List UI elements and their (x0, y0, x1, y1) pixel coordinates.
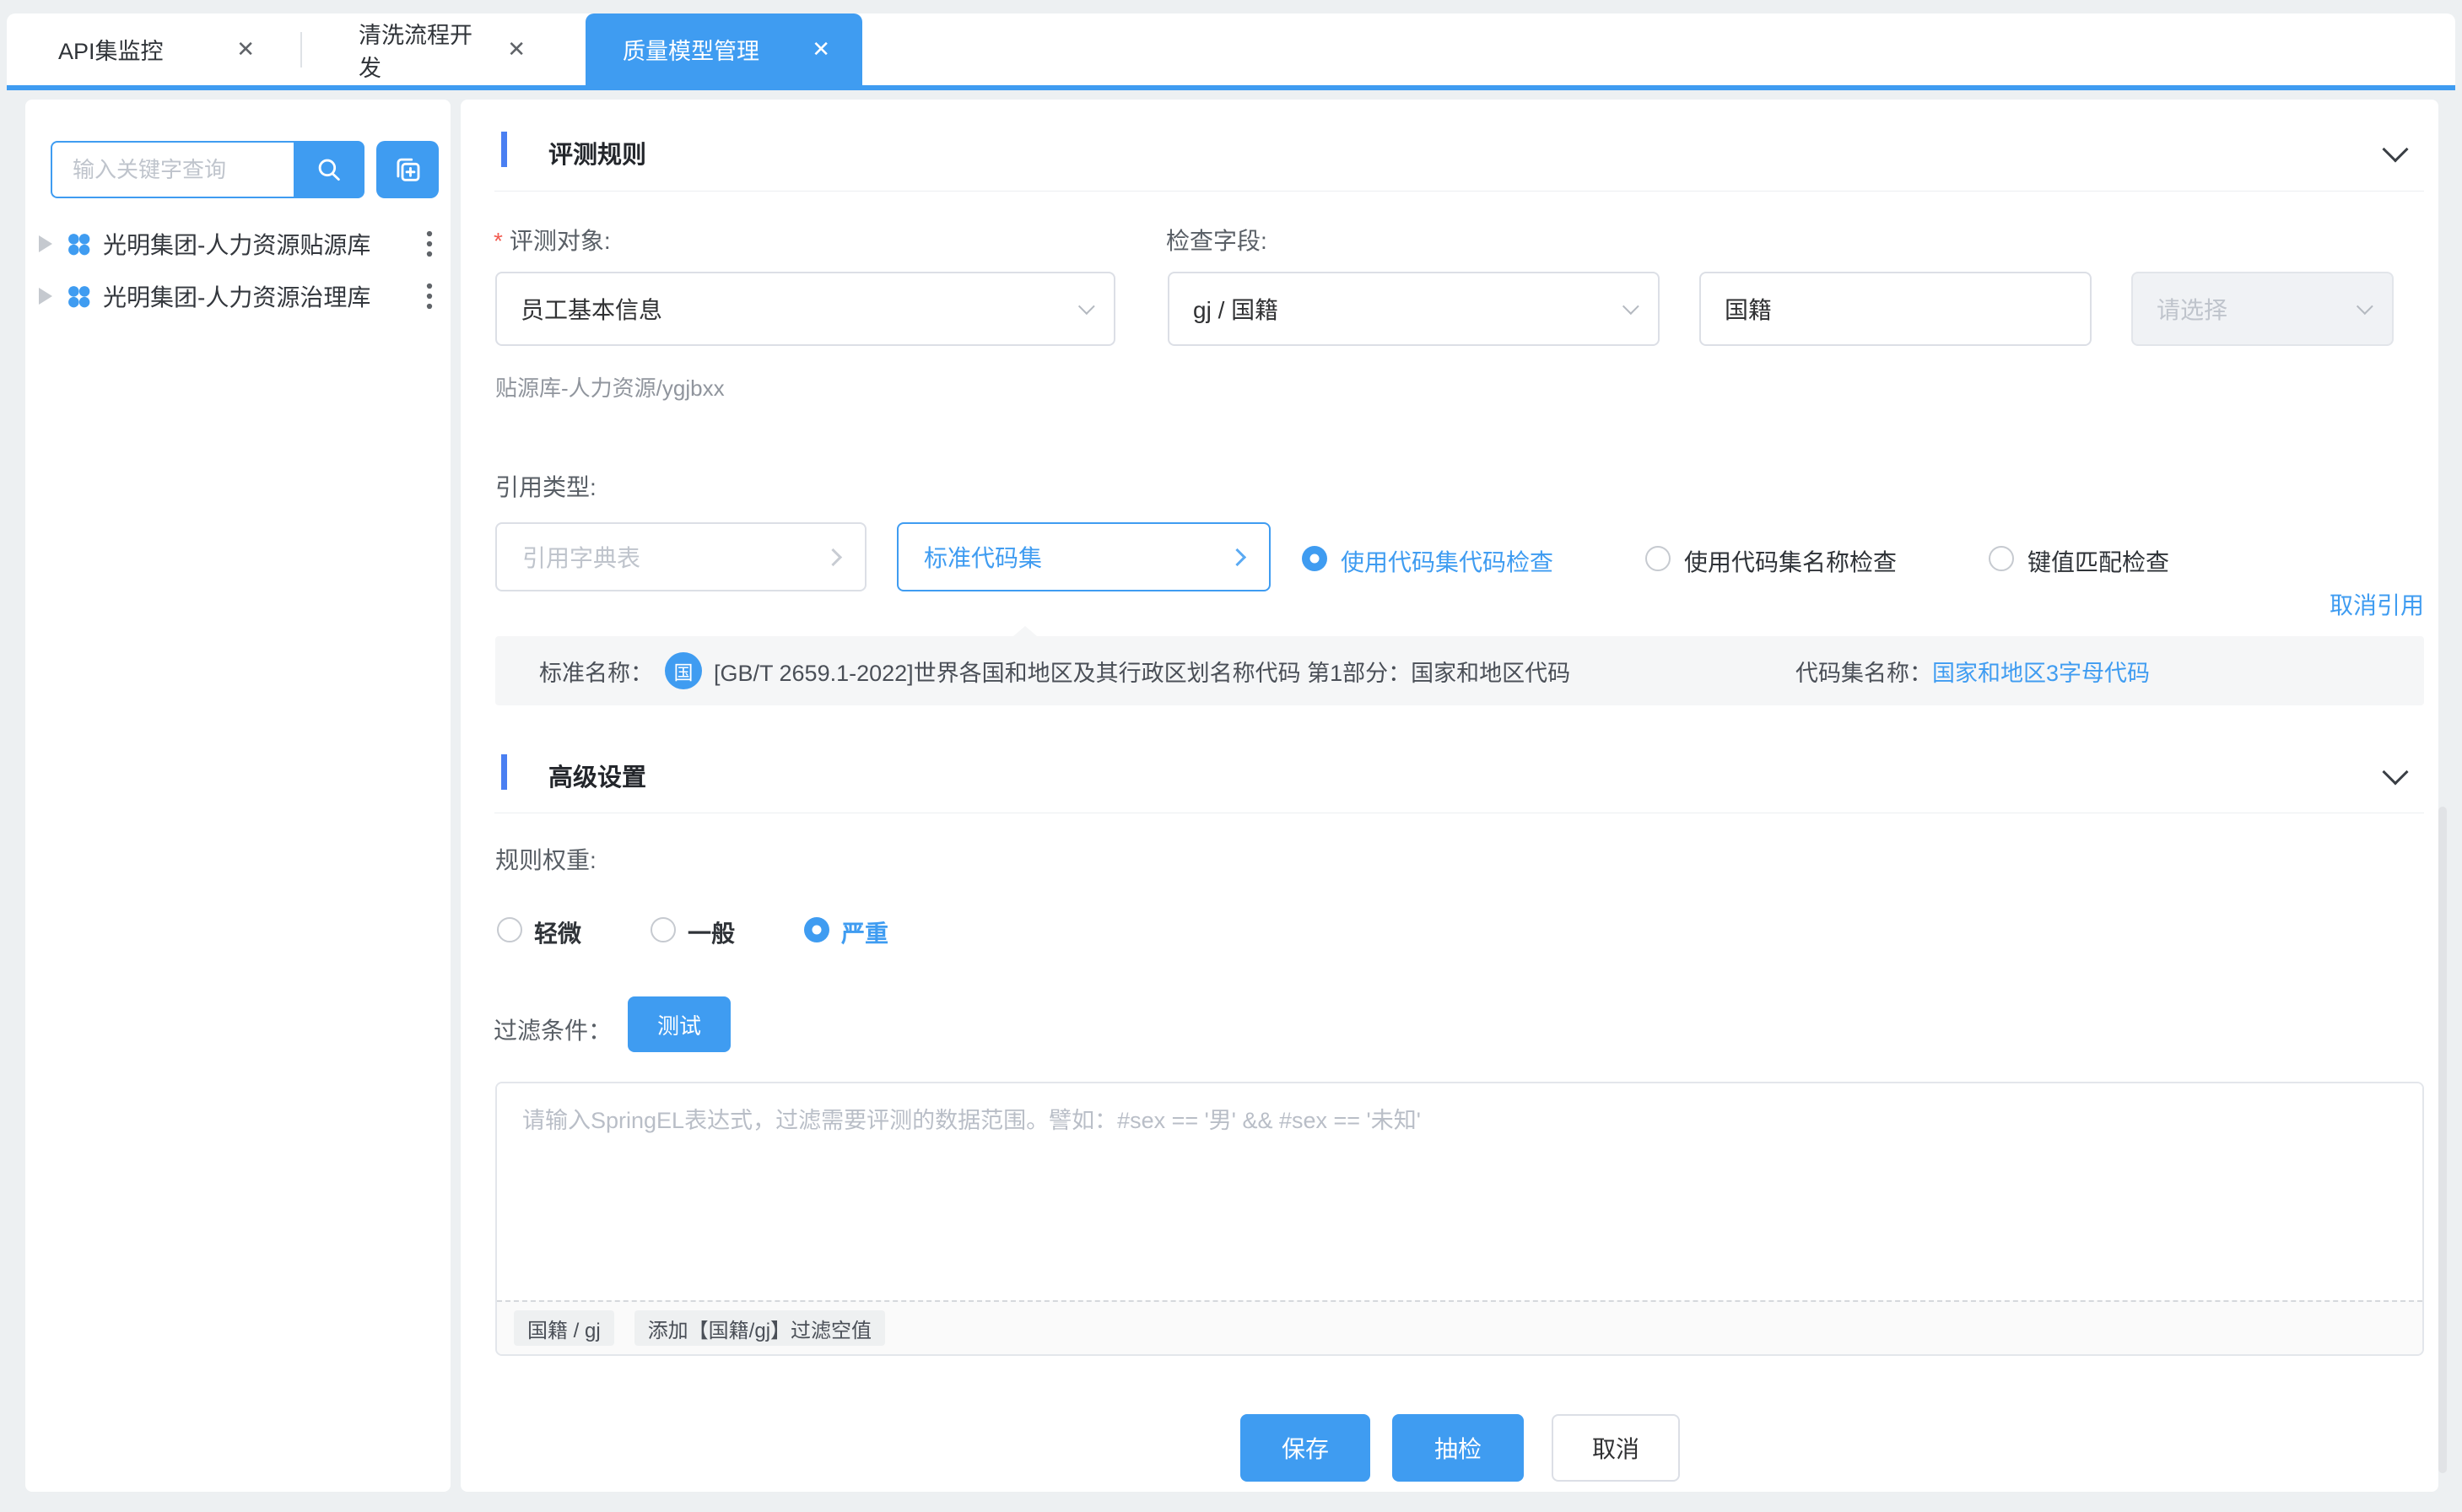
standard-name-group: 标准名称： 国 [GB/T 2659.1-2022]世界各国和地区及其行政区划名… (539, 636, 1570, 705)
cancel-reference-link[interactable]: 取消引用 (2330, 587, 2424, 621)
filter-expression-textarea[interactable] (497, 1083, 2422, 1300)
radio-keyvalue-check-label[interactable]: 键值匹配检查 (2027, 544, 2169, 578)
add-library-button[interactable] (376, 141, 439, 198)
field-chip[interactable]: 国籍 / gj (514, 1310, 614, 1346)
field-name-input[interactable] (1699, 272, 2092, 346)
filter-condition-label: 过滤条件： (494, 1012, 612, 1046)
section-title-eval-rules: 评测规则 (548, 135, 646, 170)
eval-object-select[interactable]: 员工基本信息 (495, 272, 1115, 346)
tree-item-governance-library[interactable]: 光明集团-人力资源治理库 (25, 270, 451, 322)
chevron-right-icon (1228, 548, 1246, 565)
scrollbar-thumb[interactable] (2438, 807, 2447, 1473)
radio-weight-normal-label[interactable]: 一般 (688, 915, 735, 949)
database-dots-icon (64, 230, 93, 258)
section-accent-bar (501, 132, 507, 167)
tab-label: 质量模型管理 (623, 33, 759, 66)
main-panel: 评测规则 *评测对象: 检查字段: 员工基本信息 gj / 国籍 请选择 贴源库… (461, 100, 2438, 1492)
radio-code-check-label[interactable]: 使用代码集代码检查 (1341, 544, 1553, 578)
tree-item-label: 光明集团-人力资源贴源库 (103, 227, 370, 261)
codeset-name-link[interactable]: 国家和地区3字母代码 (1932, 655, 2150, 688)
eval-object-hint: 贴源库-人力资源/ygjbxx (495, 371, 725, 402)
chevron-down-icon (2357, 298, 2373, 315)
selected-value: 员工基本信息 (521, 292, 662, 326)
standard-codeset-button[interactable]: 标准代码集 (897, 522, 1271, 591)
dict-table-button-label: 引用字典表 (522, 540, 640, 574)
close-icon[interactable]: ✕ (507, 36, 526, 62)
database-dots-icon (64, 282, 93, 310)
chevron-down-icon (1622, 298, 1639, 315)
radio-code-check[interactable] (1302, 546, 1327, 571)
expand-caret-icon[interactable] (39, 235, 52, 252)
tree-item-source-library[interactable]: 光明集团-人力资源贴源库 (25, 218, 451, 270)
tab-active-underline (7, 85, 2455, 90)
kebab-menu-icon[interactable] (424, 281, 435, 311)
tab-clean-flow[interactable]: 清洗流程开发 ✕ (321, 14, 558, 85)
cancel-button[interactable]: 取消 (1552, 1414, 1680, 1482)
radio-weight-severe-label[interactable]: 严重 (841, 915, 888, 949)
sample-check-button[interactable]: 抽检 (1392, 1414, 1524, 1482)
chevron-down-icon (1078, 298, 1095, 315)
expand-caret-icon[interactable] (39, 288, 52, 305)
extra-select-disabled[interactable]: 请选择 (2131, 272, 2394, 346)
filter-expression-box: 国籍 / gj 添加【国籍/gj】过滤空值 (495, 1082, 2424, 1356)
notch-arrow (1013, 626, 1037, 636)
check-field-select[interactable]: gj / 国籍 (1168, 272, 1660, 346)
search-icon (315, 155, 343, 184)
search-input[interactable] (51, 141, 295, 198)
search-button[interactable] (294, 141, 364, 198)
tab-separator (300, 32, 302, 68)
close-icon[interactable]: ✕ (236, 36, 255, 62)
radio-keyvalue-check[interactable] (1989, 546, 2014, 571)
section-accent-bar (501, 754, 507, 790)
copy-add-icon (391, 154, 424, 186)
radio-weight-minor[interactable] (497, 917, 522, 942)
radio-name-check-label[interactable]: 使用代码集名称检查 (1684, 544, 1897, 578)
kebab-menu-icon[interactable] (424, 229, 435, 259)
tab-label: 清洗流程开发 (359, 17, 482, 83)
selected-value: gj / 国籍 (1193, 292, 1278, 326)
tab-label: API集监控 (58, 33, 164, 66)
dict-table-button[interactable]: 引用字典表 (495, 522, 867, 591)
section-title-advanced: 高级设置 (548, 758, 646, 793)
radio-weight-severe[interactable] (804, 917, 829, 942)
tree-item-label: 光明集团-人力资源治理库 (103, 279, 370, 313)
codeset-name-label: 代码集名称： (1795, 655, 1932, 688)
save-button[interactable]: 保存 (1240, 1414, 1370, 1482)
check-field-label: 检查字段: (1166, 223, 1267, 256)
collapse-chevron-icon[interactable] (2382, 759, 2408, 785)
radio-weight-minor-label[interactable]: 轻微 (534, 915, 581, 949)
required-asterisk: * (494, 228, 503, 254)
tab-bar: API集监控 ✕ 清洗流程开发 ✕ 质量模型管理 ✕ (7, 14, 2455, 85)
tab-quality-model[interactable]: 质量模型管理 ✕ (586, 14, 862, 85)
close-icon[interactable]: ✕ (812, 36, 830, 62)
eval-object-label: *评测对象: (494, 223, 611, 256)
tab-api-monitor[interactable]: API集监控 ✕ (21, 14, 287, 85)
standard-codeset-button-label: 标准代码集 (924, 540, 1042, 574)
collapse-chevron-icon[interactable] (2382, 136, 2408, 162)
radio-name-check[interactable] (1645, 546, 1671, 571)
national-standard-icon: 国 (665, 652, 702, 689)
chevron-right-icon (824, 548, 842, 565)
test-button[interactable]: 测试 (628, 996, 731, 1052)
standard-info-bar: 标准名称： 国 [GB/T 2659.1-2022]世界各国和地区及其行政区划名… (495, 636, 2424, 705)
ref-type-label: 引用类型: (495, 469, 597, 503)
divider (494, 191, 2424, 192)
select-placeholder: 请选择 (2157, 292, 2227, 326)
standard-name-value: [GB/T 2659.1-2022]世界各国和地区及其行政区划名称代码 第1部分… (714, 655, 1570, 688)
rule-weight-label: 规则权重: (495, 842, 597, 876)
sidebar: 光明集团-人力资源贴源库 光明集团-人力资源治理库 (25, 100, 451, 1492)
add-null-filter-chip[interactable]: 添加【国籍/gj】过滤空值 (634, 1310, 885, 1346)
radio-weight-normal[interactable] (651, 917, 676, 942)
codeset-name-group: 代码集名称： 国家和地区3字母代码 (1795, 636, 2150, 705)
filter-footer: 国籍 / gj 添加【国籍/gj】过滤空值 (497, 1300, 2422, 1354)
standard-name-label: 标准名称： (539, 655, 653, 688)
